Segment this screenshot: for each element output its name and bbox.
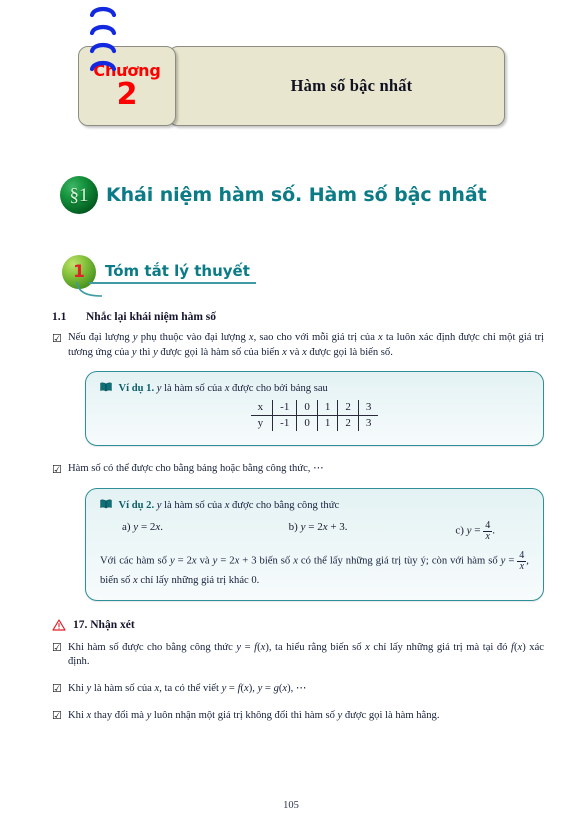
example-1-statement: y là hàm số của x được cho bởi bảng sau — [156, 383, 328, 395]
cell: 0 — [296, 400, 318, 417]
fraction-denominator: x — [485, 531, 490, 543]
chapter-title-panel: Hàm số bậc nhất — [168, 46, 505, 126]
notice-text: Khi hàm số được cho bằng công thức y = f… — [68, 641, 544, 668]
cell: 0 — [296, 415, 318, 432]
book-icon — [100, 499, 112, 509]
cell: 1 — [316, 400, 338, 417]
formula-tag: a) — [122, 520, 131, 533]
example-1-label: Ví dụ 1. — [118, 383, 155, 395]
chapter-title: Hàm số bậc nhất — [290, 76, 413, 95]
cell: -1 — [272, 400, 297, 417]
example-1-title: Ví dụ 1. y là hàm số của x được cho bởi … — [100, 382, 529, 394]
section-badge-icon: §1 — [60, 176, 98, 214]
fraction-4-over-x: 4 x — [517, 550, 527, 573]
chapter-number: 2 — [116, 76, 138, 112]
bullet-definition: ☑ Nếu đại lượng y phụ thuộc vào đại lượn… — [52, 331, 545, 360]
part-underline — [89, 282, 256, 284]
example-2-note: Với các hàm số y = 2x và y = 2x + 3 biến… — [100, 550, 529, 588]
notice-item-1: ☑ Khi hàm số được cho bằng công thức y =… — [52, 641, 544, 670]
row-header-y: y — [257, 417, 264, 430]
cell: 3 — [357, 415, 379, 432]
table-row: x -1 0 1 2 3 — [250, 400, 379, 417]
example-2-title: Ví dụ 2. y là hàm số của x được cho bằng… — [100, 499, 529, 511]
cell: 2 — [337, 400, 359, 417]
page-content: 1.1 Nhắc lại khái niệm hàm số ☑ Nếu đại l… — [0, 311, 582, 723]
part-title: Tóm tắt lý thuyết — [105, 262, 250, 280]
formula-body: y = — [466, 524, 481, 537]
chapter-number-panel: Chương 2 — [78, 46, 176, 126]
formula-item-c: c) y = 4 x . — [455, 520, 529, 543]
cell: 2 — [337, 415, 359, 432]
section-heading: §1 Khái niệm hàm số. Hàm số bậc nhất — [60, 176, 487, 214]
formula-body: y = 2x. — [133, 520, 164, 533]
fraction-4-over-x: 4 x — [483, 520, 493, 543]
notice-heading: 17. Nhận xét — [52, 619, 582, 631]
bullet-forms: ☑ Hàm số có thể được cho bằng bảng hoặc … — [52, 462, 544, 477]
formula-item-b: b) y = 2x + 3. — [289, 521, 456, 543]
formula-tag: b) — [288, 520, 298, 533]
checked-checkbox-icon: ☑ — [52, 683, 62, 696]
formula-body: y = 2x + 3. — [300, 520, 348, 533]
bullet-text: Hàm số có thể được cho bằng bảng hoặc bằ… — [68, 463, 324, 475]
subsection-number: 1.1 — [52, 311, 67, 323]
example-2-statement: y là hàm số của x được cho bằng công thứ… — [156, 499, 340, 511]
bullet-text: Nếu đại lượng y phụ thuộc vào đại lượng … — [68, 332, 545, 358]
warning-triangle-icon — [52, 619, 66, 631]
checked-checkbox-icon: ☑ — [52, 710, 62, 723]
book-icon — [100, 382, 112, 392]
subsection-title: Nhắc lại khái niệm hàm số — [86, 311, 217, 323]
notice-title: Nhận xét — [90, 618, 135, 631]
fraction-denominator: x — [519, 561, 525, 573]
notice-text: Khi y là hàm số của x, ta có thể viết y … — [68, 682, 307, 694]
example-1-value-table: x -1 0 1 2 3 y -1 0 1 2 3 — [250, 400, 379, 432]
note-text: Với các hàm số y = 2x và y = 2x + 3 biến… — [100, 555, 518, 567]
example-2-label: Ví dụ 2. — [118, 499, 155, 511]
cell: 3 — [357, 400, 379, 417]
formula-item-a: a) y = 2x. — [122, 521, 289, 543]
row-header-x: x — [250, 400, 273, 417]
cell: -1 — [272, 415, 297, 432]
example-box-2: Ví dụ 2. y là hàm số của x được cho bằng… — [85, 487, 544, 601]
notice-text: Khi x thay đổi mà y luôn nhận một giá tr… — [68, 709, 440, 721]
subsection-heading: 1.1 Nhắc lại khái niệm hàm số — [52, 311, 582, 323]
checked-checkbox-icon: ☑ — [52, 332, 62, 345]
notice-number: 17. — [73, 618, 88, 631]
part-badge-label: 1 — [73, 261, 85, 282]
checked-checkbox-icon: ☑ — [52, 642, 62, 655]
formula-suffix: . — [492, 524, 495, 537]
notice-item-2: ☑ Khi y là hàm số của x, ta có thể viết … — [52, 682, 544, 697]
part-title-wrap: Tóm tắt lý thuyết — [89, 262, 256, 284]
cell: 1 — [316, 415, 338, 432]
notice-item-3: ☑ Khi x thay đổi mà y luôn nhận một giá … — [52, 709, 544, 724]
section-badge-label: §1 — [69, 184, 89, 206]
section-title: Khái niệm hàm số. Hàm số bậc nhất — [106, 184, 487, 206]
page-number: 105 — [283, 800, 299, 811]
example-box-1: Ví dụ 1. y là hàm số của x được cho bởi … — [85, 371, 544, 447]
formula-tag: c) — [455, 524, 464, 537]
part-curve-decoration — [76, 281, 102, 297]
table-row: y -1 0 1 2 3 — [251, 415, 379, 432]
chapter-banner: Chương 2 Hàm số bậc nhất — [78, 46, 505, 126]
checked-checkbox-icon: ☑ — [52, 463, 62, 476]
example-2-formula-row: a) y = 2x. b) y = 2x + 3. c) y = 4 x . — [100, 520, 529, 543]
